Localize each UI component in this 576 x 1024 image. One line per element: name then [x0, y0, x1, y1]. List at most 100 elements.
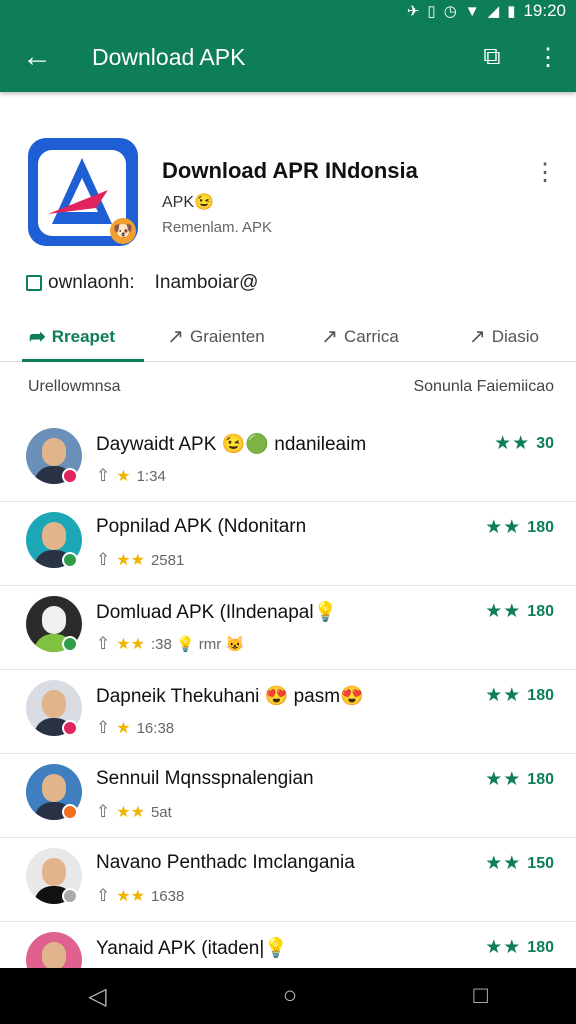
list-item[interactable]: Popnilad APK (Ndonitarn ⇧ ★★ 2581 ★★ 180: [0, 502, 576, 586]
item-title: Popnilad APK (Ndonitarn: [96, 516, 307, 537]
tab-carrica[interactable]: ↗ Carrica: [288, 312, 432, 361]
upload-icon: ⇧: [96, 802, 111, 821]
rating-value: 180: [527, 686, 554, 704]
emoji-badge-icon: 🐶: [110, 218, 136, 244]
upload-icon: ⇧: [96, 466, 111, 485]
tab-rreapet[interactable]: ➦ Rreapet: [0, 312, 144, 362]
app-icon: 🐶: [28, 138, 138, 246]
rating-stars-icon: ★★: [485, 937, 522, 958]
rating-stars-icon: ★★: [485, 685, 522, 706]
list-item[interactable]: Sennuil Mqnsspnalengian ⇧ ★★ 5at ★★ 180: [0, 754, 576, 838]
upload-icon: ⇧: [96, 550, 111, 569]
app-title: Download APR INdonsia: [162, 158, 418, 183]
list-item[interactable]: Navano Penthadc Imclangania ⇧ ★★ 1638 ★★…: [0, 838, 576, 922]
nav-recent-icon[interactable]: □: [473, 982, 488, 1010]
signal-icon: ◢: [487, 2, 500, 20]
cast-icon[interactable]: ⧉: [464, 22, 520, 92]
item-sub-text: 16:38: [136, 719, 175, 737]
app-header: 🐶 Download APR INdonsia APK😉 Remenlam. A…: [0, 120, 576, 260]
item-subtitle: ⇧ ★★ 2581: [96, 550, 184, 570]
item-sub-text: 5at: [150, 803, 172, 821]
app-more-icon[interactable]: ⋮: [530, 158, 560, 188]
rating-value: 180: [527, 770, 554, 788]
phone-icon: ▯: [427, 2, 436, 20]
list-item[interactable]: Domluad APK (Ilndenapal💡 ⇧ ★★ :38 💡 rmr …: [0, 586, 576, 670]
status-badge: [62, 888, 78, 904]
rating-value: 150: [527, 854, 554, 872]
item-rating: ★★ 180: [485, 684, 554, 707]
list-item[interactable]: Dapneik Thekuhani 😍 pasm😍 ⇧ ★ 16:38 ★★ 1…: [0, 670, 576, 754]
item-sub-text: 1638: [150, 887, 185, 905]
star-icon: ★★: [116, 888, 145, 905]
tab-bar: ➦ Rreapet ↗ Graienten ↗ Carrica ↗ Diasio: [0, 312, 576, 362]
app-meta: Remenlam. APK: [162, 219, 273, 236]
battery-icon: ▮: [507, 2, 516, 20]
section-header: Urellowmnsa Sonunla Faiemiicao: [0, 378, 576, 402]
section-sort[interactable]: Sonunla Faiemiicao: [413, 378, 554, 396]
status-badge: [62, 804, 78, 820]
system-nav-bar: ◁ ○ □: [0, 968, 576, 1024]
nav-home-icon[interactable]: ○: [283, 982, 298, 1010]
star-icon: ★: [116, 720, 131, 737]
rating-value: 180: [527, 518, 554, 536]
item-title: Daywaidt APK 😉🟢 ndanileaim: [96, 434, 367, 455]
item-title: Domluad APK (Ilndenapal💡: [96, 602, 338, 623]
section-title: Urellowmnsa: [28, 378, 121, 395]
item-rating: ★★ 180: [485, 936, 554, 959]
item-sub-text: 1:34: [136, 467, 166, 485]
apk-list: Daywaidt APK 😉🟢 ndanileaim ⇧ ★ 1:34 ★★ 3…: [0, 418, 576, 1006]
item-sub-text: :38 💡 rmr 😺: [150, 636, 245, 653]
list-item[interactable]: Daywaidt APK 😉🟢 ndanileaim ⇧ ★ 1:34 ★★ 3…: [0, 418, 576, 502]
rating-stars-icon: ★★: [494, 433, 531, 454]
star-icon: ★★: [116, 804, 145, 821]
item-title: Sennuil Mqnsspnalengian: [96, 768, 314, 789]
download-label: ownlaonh:: [48, 272, 135, 293]
page-title: Download APK: [92, 43, 246, 70]
item-subtitle: ⇧ ★ 1:34: [96, 466, 166, 486]
nav-back-icon[interactable]: ◁: [88, 982, 106, 1011]
rating-stars-icon: ★★: [485, 517, 522, 538]
item-subtitle: ⇧ ★★ 5at: [96, 802, 172, 822]
tab-label: Rreapet: [51, 326, 116, 346]
rating-stars-icon: ★★: [485, 601, 522, 622]
rating-stars-icon: ★★: [485, 769, 522, 790]
tab-graienten[interactable]: ↗ Graienten: [144, 312, 288, 361]
star-icon: ★: [116, 468, 131, 485]
item-subtitle: ⇧ ★ 16:38: [96, 718, 174, 738]
status-time: 19:20: [523, 1, 566, 20]
tab-diasio[interactable]: ↗ Diasio: [432, 312, 576, 361]
item-title: Yanaid APK (itaden|💡: [96, 938, 288, 959]
share-icon: ↗: [321, 326, 338, 348]
item-title: Navano Penthadc Imclangania: [96, 852, 355, 873]
vibrate-icon: ✈: [406, 2, 420, 20]
wifi-icon: ▼: [464, 2, 480, 20]
arrow-left-icon[interactable]: ←: [0, 22, 74, 92]
more-vertical-icon[interactable]: ⋮: [520, 22, 576, 92]
star-icon: ★★: [116, 636, 145, 653]
tab-label: Diasio: [491, 326, 539, 346]
status-badge: [62, 468, 78, 484]
share-icon: ↗: [167, 326, 185, 348]
status-badge: [62, 636, 78, 652]
rating-value: 180: [527, 938, 554, 956]
tab-label: Graienten: [190, 326, 265, 346]
item-rating: ★★ 30: [494, 432, 554, 455]
status-badge: [62, 552, 78, 568]
tab-label: Carrica: [343, 326, 399, 346]
download-info-row: ownlaonh: Inamboiar@: [26, 272, 258, 294]
rating-stars-icon: ★★: [485, 853, 522, 874]
item-rating: ★★ 180: [485, 516, 554, 539]
upload-icon: ⇧: [96, 886, 111, 905]
item-title: Dapneik Thekuhani 😍 pasm😍: [96, 686, 364, 707]
status-bar: ✈ ▯ ◷ ▼ ◢ ▮ 19:20: [0, 0, 576, 22]
status-badge: [62, 720, 78, 736]
download-icon: [26, 275, 42, 291]
alarm-icon: ◷: [443, 2, 457, 20]
item-rating: ★★ 180: [485, 768, 554, 791]
star-icon: ★★: [116, 552, 145, 569]
rating-value: 30: [536, 434, 554, 452]
share-icon: ↗: [468, 326, 486, 348]
item-rating: ★★ 150: [485, 852, 554, 875]
upload-icon: ⇧: [96, 634, 111, 653]
toolbar: ← Download APK ⧉ ⋮: [0, 22, 576, 92]
